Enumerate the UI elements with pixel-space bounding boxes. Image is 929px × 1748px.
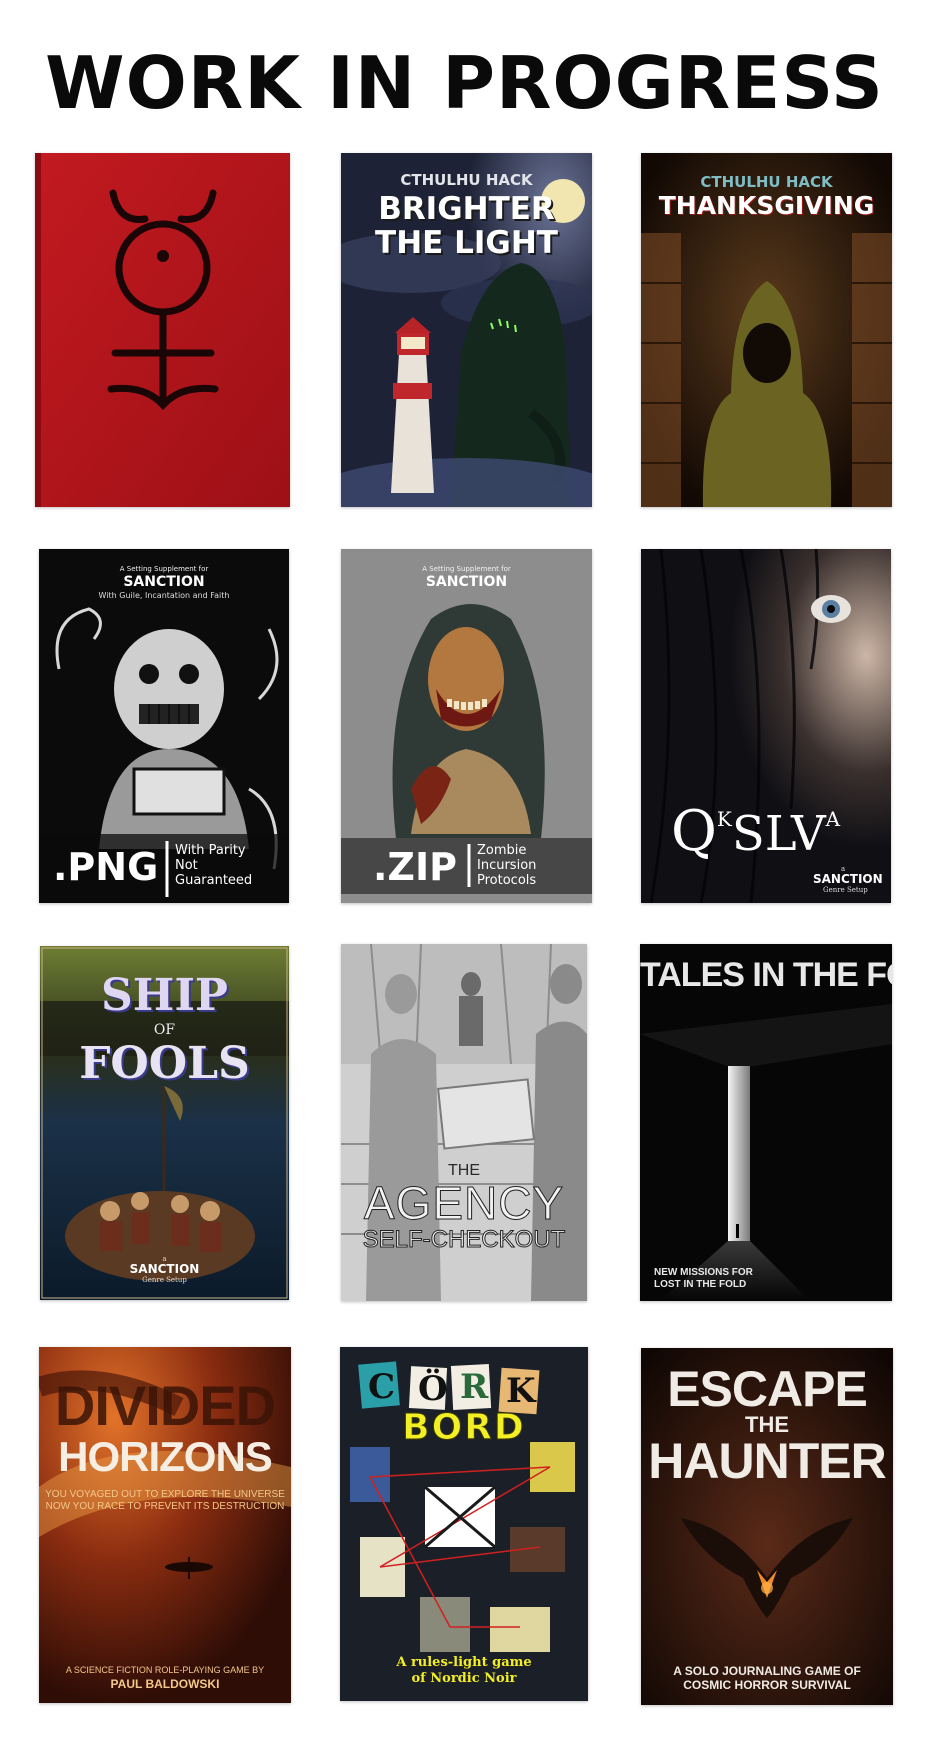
subtitle-block: With Parity Not Guaranteed [175, 843, 252, 888]
lighthouse-icon [391, 317, 434, 493]
book-cover-qkslva[interactable]: QKSLVA a SANCTION Genre Setup [641, 549, 891, 903]
book-cover-escape-the-haunter[interactable]: ESCAPE THE HAUNTER A SOLO JOURNALING GAM… [641, 1348, 893, 1705]
alchemical-symbol-icon [107, 189, 219, 411]
brand-label: SANCTION [425, 574, 508, 590]
file-extension-title: .PNG [53, 845, 159, 889]
file-extension-title: .ZIP [373, 845, 457, 889]
book-cover-ship-of-fools[interactable]: SHIP OF FOOLS a SANCTION Genre Setup [40, 946, 289, 1300]
title-superscript: A [825, 807, 841, 831]
cover-title-line2: FOOLS [79, 1038, 250, 1089]
subtitle-line: Not [175, 858, 198, 873]
title-word: SLV [731, 806, 826, 862]
book-cover-png[interactable]: A Setting Supplement for SANCTION With G… [39, 549, 289, 903]
brand-label: SANCTION [123, 574, 205, 590]
cover-byline: A SCIENCE FICTION ROLE-PLAYING GAME BY [65, 1665, 265, 1675]
cover-subtitle: SELF-CHECKOUT [362, 1226, 566, 1254]
book-cover-tales-in-the-fold[interactable]: TALES IN THE FOLD NEW MISSIONS FOR LOST … [640, 944, 892, 1301]
page-title: WORK IN PROGRESS [45, 41, 884, 125]
cover-title-line2: HORIZONS [58, 1433, 273, 1480]
subtitle-line: With Parity [175, 843, 246, 858]
cover-author: PAUL BALDOWSKI [110, 1677, 220, 1691]
cover-kicker: CTHULHU HACK [400, 171, 533, 189]
tagline: With Guile, Incantation and Faith [98, 591, 230, 600]
cover-title: AGENCY [363, 1177, 565, 1230]
cover-title: QKSLVA [671, 799, 840, 864]
subtitle-line: Zombie [477, 843, 527, 858]
cover-kicker: CTHULHU HACK [700, 173, 833, 191]
cover-title-line1: DIVIDED [54, 1374, 276, 1437]
title-letter-tile: Ö [418, 1369, 448, 1409]
cover-tagline: of Nordic Noir [411, 1671, 517, 1686]
supplement-label: A Setting Supplement for [422, 565, 511, 573]
title-letter-tile: R [460, 1367, 489, 1407]
tagline-line: NEW MISSIONS FOR [654, 1267, 753, 1278]
book-cover-agency-self-checkout[interactable]: THE AGENCY SELF-CHECKOUT [341, 944, 587, 1301]
tagline-line: LOST IN THE FOLD [654, 1279, 747, 1290]
cover-tagline: COSMIC HORROR SURVIVAL [683, 1678, 851, 1692]
doorway [728, 1066, 750, 1241]
supplement-label: A Setting Supplement for [119, 565, 209, 573]
cover-title-line1: SHIP [100, 970, 228, 1021]
title-letter-tile: C [368, 1367, 396, 1407]
subtitle-block: Zombie Incursion Protocols [477, 843, 536, 888]
book-cover-cork-bord[interactable]: C Ö R K BORD A rules-light game of Nordi… [340, 1347, 588, 1701]
brand-label: SANCTION [813, 872, 883, 886]
cover-blurb-line: NOW YOU RACE TO PREVENT ITS DESTRUCTION [45, 1501, 285, 1512]
title-letter-tile: K [506, 1371, 536, 1411]
cover-title: THANKSGIVING [658, 191, 875, 220]
subtitle-line: Incursion [477, 858, 537, 873]
title-superscript: K [716, 807, 732, 831]
subtitle-line: Protocols [477, 873, 537, 888]
lit-doorway-illustration [640, 944, 892, 1301]
cover-tagline: A SOLO JOURNALING GAME OF [673, 1664, 861, 1678]
cover-title-of: OF [153, 1022, 176, 1038]
cover-title: TALES IN THE FOLD [640, 956, 892, 994]
book-cover-divided-horizons[interactable]: DIVIDED HORIZONS YOU VOYAGED OUT TO EXPL… [39, 1347, 291, 1703]
cover-blurb-line: YOU VOYAGED OUT TO EXPLORE THE UNIVERSE [45, 1489, 285, 1500]
book-cover-brighter-the-light[interactable]: CTHULHU HACK BRIGHTER THE LIGHT [341, 153, 592, 507]
cover-title-line1: BRIGHTER [378, 191, 555, 227]
book-cover-zip[interactable]: A Setting Supplement for SANCTION .ZIP Z… [341, 549, 592, 903]
subtitle-line: Guaranteed [175, 873, 253, 888]
genre-setup-label: Genre Setup [142, 1276, 187, 1284]
cover-title-line2: HAUNTER [648, 1433, 886, 1489]
genre-setup-label: Genre Setup [823, 886, 868, 894]
brand-label: SANCTION [129, 1262, 200, 1276]
title-letter: Q [671, 799, 717, 864]
book-cover-thanksgiving[interactable]: CTHULHU HACK THANKSGIVING [641, 153, 892, 507]
cover-title-line2: THE LIGHT [375, 225, 558, 261]
cover-tagline: A rules-light game [396, 1655, 532, 1670]
book-cover-red-symbol[interactable] [35, 153, 290, 507]
cover-tagline: NEW MISSIONS FOR LOST IN THE FOLD [654, 1267, 753, 1291]
cover-title-line2: BORD [402, 1407, 526, 1449]
cover-title-line1: ESCAPE [667, 1361, 868, 1417]
